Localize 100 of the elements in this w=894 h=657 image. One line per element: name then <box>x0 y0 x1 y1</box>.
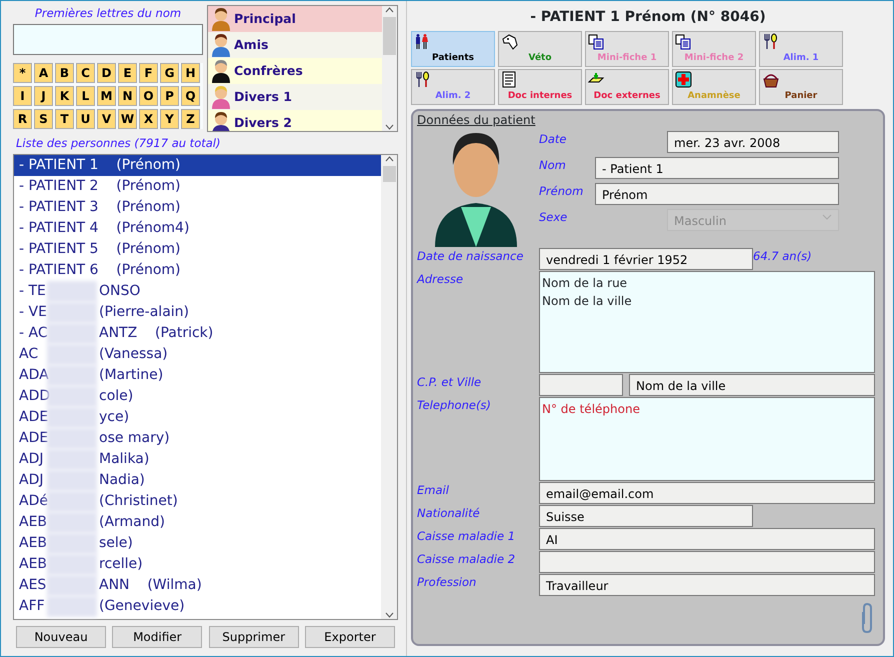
person-row[interactable]: AFF (Genevieve) <box>14 596 381 618</box>
letter-key[interactable]: L <box>76 86 95 106</box>
page-icon <box>501 71 518 88</box>
letter-key[interactable]: M <box>97 86 116 106</box>
letter-key[interactable]: Z <box>181 109 200 130</box>
letter-key[interactable]: * <box>13 63 32 84</box>
letter-key[interactable]: O <box>139 86 158 106</box>
letter-key[interactable]: X <box>139 109 158 130</box>
field-label: Sexe <box>539 209 568 226</box>
field-label: Nom <box>539 157 567 174</box>
input-field[interactable]: Nom de la ville <box>629 374 875 396</box>
letter-key[interactable]: A <box>34 63 53 84</box>
person-row[interactable]: AEB (Armand) <box>14 512 381 534</box>
person-row[interactable]: - PATIENT 2 (Prénom) <box>14 176 381 198</box>
group-item[interactable]: Divers 1 <box>208 84 382 110</box>
person-row[interactable]: - AC ANTZ (Patrick) <box>14 323 381 344</box>
delete-button[interactable]: Supprimer <box>208 626 299 648</box>
input-field[interactable]: email@email.com <box>539 482 875 504</box>
person-icon <box>210 85 232 109</box>
scrollbar[interactable] <box>382 6 397 131</box>
person-row[interactable]: AEB sele) <box>14 533 381 554</box>
letter-key[interactable]: W <box>118 109 137 130</box>
group-item[interactable]: Amis <box>208 32 382 58</box>
group-item[interactable]: Divers 2 <box>208 110 382 131</box>
scroll-down-icon[interactable] <box>385 122 394 131</box>
letter-key[interactable]: R <box>13 109 32 130</box>
person-row[interactable]: - PATIENT 4 (Prénom4) <box>14 218 381 240</box>
person-row[interactable]: - VE (Pierre-alain) <box>14 302 381 324</box>
tab[interactable]: Alim. 1 <box>759 31 843 67</box>
scroll-up-icon[interactable] <box>385 6 394 15</box>
letter-key[interactable]: I <box>13 86 32 106</box>
text-area[interactable]: N° de téléphone <box>539 397 875 481</box>
person-row[interactable]: ADJ Malika) <box>14 449 381 470</box>
field-label: Date <box>539 131 568 148</box>
tab[interactable]: Alim. 2 <box>411 69 495 105</box>
input-field[interactable]: mer. 23 avr. 2008 <box>667 131 839 153</box>
letter-key[interactable]: U <box>76 109 95 130</box>
person-row[interactable]: ADE ose mary) <box>14 428 381 450</box>
person-row[interactable]: AES ANN (Wilma) <box>14 575 381 596</box>
person-row[interactable]: ADJ Nadia) <box>14 470 381 492</box>
letter-key[interactable]: H <box>181 63 200 84</box>
edit-button[interactable]: Modifier <box>112 626 202 648</box>
letter-key[interactable]: S <box>34 109 53 130</box>
person-row[interactable]: ADE yce) <box>14 407 381 428</box>
person-row[interactable]: AC (Vanessa) <box>14 344 381 366</box>
scrollbar-thumb[interactable] <box>382 166 396 182</box>
person-row[interactable]: - PATIENT 5 (Prénom) <box>14 239 381 260</box>
input-field[interactable]: Suisse <box>539 505 753 527</box>
input-field[interactable] <box>539 551 875 573</box>
export-button[interactable]: Exporter <box>304 626 395 648</box>
letter-key[interactable]: T <box>55 109 74 130</box>
letter-key[interactable]: K <box>55 86 74 106</box>
scrollbar-thumb[interactable] <box>383 17 396 55</box>
group-item[interactable]: Principal <box>208 6 382 32</box>
letter-key[interactable]: F <box>139 63 158 84</box>
input-field[interactable]: Travailleur <box>539 574 875 596</box>
person-row[interactable]: - PATIENT 1 (Prénom) <box>14 155 381 176</box>
name-search-field[interactable] <box>13 24 203 56</box>
tab[interactable]: Panier <box>759 69 843 105</box>
letter-key[interactable]: J <box>34 86 53 106</box>
docs-icon <box>588 33 605 50</box>
tab[interactable]: Patients <box>411 31 495 67</box>
cutlery-icon <box>762 33 779 50</box>
letter-key[interactable]: N <box>118 86 137 106</box>
letter-key[interactable]: E <box>118 63 137 84</box>
paperclip-icon[interactable] <box>859 602 875 634</box>
input-field[interactable] <box>539 374 623 396</box>
new-button[interactable]: Nouveau <box>16 626 106 648</box>
people-icon <box>414 33 431 50</box>
field-label: Profession <box>417 574 478 591</box>
person-row[interactable]: - PATIENT 3 (Prénom) <box>14 197 381 218</box>
input-field[interactable]: - Patient 1 <box>595 157 839 179</box>
group-item[interactable]: Confrères <box>208 58 382 84</box>
letter-key[interactable]: Y <box>160 109 179 130</box>
person-row[interactable]: ADé (Christinet) <box>14 491 381 512</box>
letter-key[interactable]: C <box>76 63 95 84</box>
scrollbar[interactable] <box>381 155 397 620</box>
letter-key[interactable]: B <box>55 63 74 84</box>
input-field[interactable]: vendredi 1 février 1952 <box>539 248 753 270</box>
scroll-down-icon[interactable] <box>384 610 394 620</box>
age-text: 64.7 an(s) <box>753 248 813 265</box>
field-label: Telephone(s) <box>417 397 492 414</box>
person-row[interactable]: - TE ONSO <box>14 281 381 302</box>
field-label: Caisse maladie 1 <box>417 528 516 545</box>
letter-key[interactable]: D <box>97 63 116 84</box>
letter-key[interactable]: Q <box>181 86 200 106</box>
letter-key[interactable]: P <box>160 86 179 106</box>
field-label: Caisse maladie 2 <box>417 551 516 568</box>
person-row[interactable]: - PATIENT 6 (Prénom) <box>14 260 381 282</box>
person-icon <box>210 33 232 57</box>
input-field[interactable]: AI <box>539 528 875 550</box>
input-field[interactable]: Prénom <box>595 183 839 205</box>
text-area[interactable]: Nom de la rue Nom de la ville <box>539 271 875 373</box>
person-row[interactable]: AEB rcelle) <box>14 554 381 576</box>
person-row[interactable]: ADD cole) <box>14 386 381 408</box>
cross-icon <box>675 71 692 88</box>
letter-key[interactable]: V <box>97 109 116 130</box>
person-row[interactable]: ADA (Martine) <box>14 365 381 386</box>
patient-title: - PATIENT 1 Prénom (N° 8046) <box>529 8 767 27</box>
letter-key[interactable]: G <box>160 63 179 84</box>
